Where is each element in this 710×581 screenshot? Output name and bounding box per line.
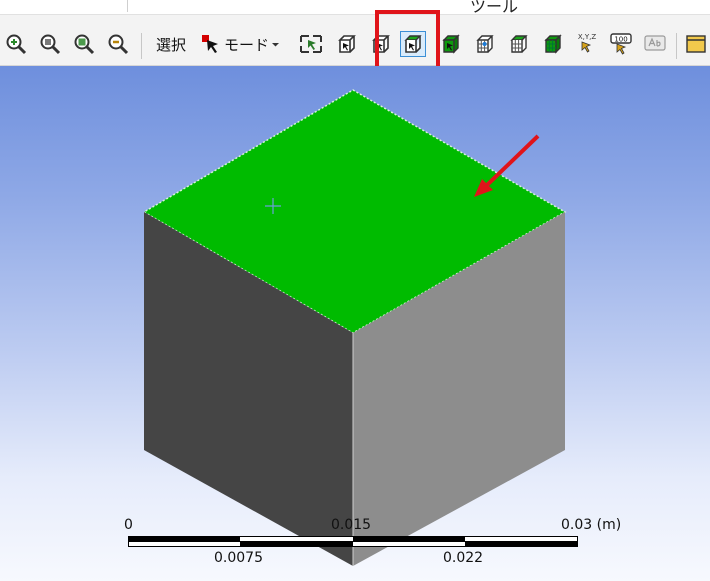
zoom-in-icon	[6, 34, 27, 55]
zoom-box-icon	[74, 34, 95, 55]
mesh-node-button[interactable]	[472, 32, 498, 56]
zoom-in-button[interactable]	[4, 32, 28, 56]
scale-label-00075: 0.0075	[214, 550, 263, 566]
panel-button[interactable]	[684, 32, 708, 56]
highlight-box	[375, 10, 440, 74]
zoom-out-icon	[108, 34, 129, 55]
mesh-node-icon	[476, 35, 494, 53]
mesh-body-icon	[544, 34, 562, 54]
annotation-button[interactable]	[642, 32, 668, 56]
ribbon-strip: ツール	[0, 0, 710, 16]
probe-label-icon: 100	[610, 33, 632, 55]
toolbar: 選択 モード X,Y,Z 100	[0, 15, 710, 66]
xyz-label: X,Y,Z	[577, 33, 597, 41]
panel-icon	[686, 35, 706, 53]
select-body-button[interactable]	[438, 32, 464, 56]
body-select-icon	[442, 34, 460, 54]
scale-label-003: 0.03 (m)	[561, 517, 622, 533]
vertex-select-icon	[338, 35, 356, 53]
box-select-icon	[300, 35, 322, 53]
scale-label-0022: 0.022	[443, 550, 484, 566]
box-select-button[interactable]	[298, 32, 324, 56]
chevron-down-icon	[272, 42, 280, 46]
mode-label: モード	[224, 35, 270, 54]
probe-button[interactable]: 100	[606, 32, 636, 56]
mesh-element-icon	[510, 35, 528, 53]
graphics-viewport[interactable]: 0 0.015 0.03 (m) 0.0075 0.022	[0, 66, 710, 581]
toolbar-separator	[141, 33, 142, 59]
scale-label-0: 0	[124, 517, 133, 533]
scale-bar	[128, 536, 578, 547]
mode-dropdown[interactable]: モード	[200, 32, 286, 56]
mesh-element-button[interactable]	[506, 32, 532, 56]
zoom-box-button[interactable]	[72, 32, 96, 56]
select-vertex-button[interactable]	[334, 32, 360, 56]
zoom-out-button[interactable]	[106, 32, 130, 56]
red-arrow-shaft	[483, 134, 540, 189]
zoom-fit-button[interactable]	[38, 32, 62, 56]
ribbon-separator	[127, 0, 128, 12]
zoom-fit-icon	[40, 34, 61, 55]
probe-value: 100	[614, 36, 627, 44]
select-button[interactable]: 選択	[151, 32, 191, 56]
coordinate-button[interactable]: X,Y,Z	[572, 32, 602, 56]
coordinate-cursor-icon	[581, 41, 592, 53]
cube-model	[142, 89, 567, 566]
select-mode-icon	[202, 35, 218, 53]
toolbar-separator	[676, 33, 677, 59]
annotation-icon	[644, 35, 666, 51]
scale-label-0015: 0.015	[331, 517, 372, 533]
mesh-body-button[interactable]	[540, 32, 566, 56]
